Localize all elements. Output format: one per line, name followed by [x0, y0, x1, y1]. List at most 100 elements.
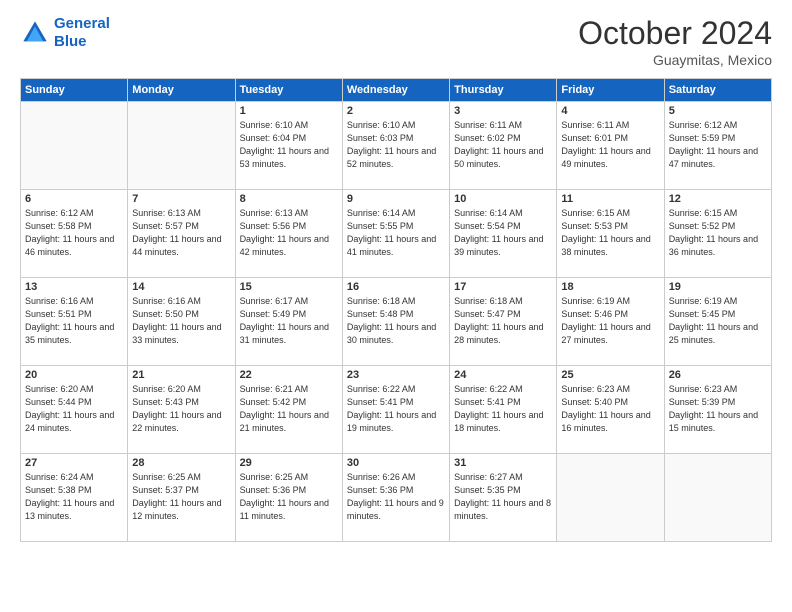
calendar: SundayMondayTuesdayWednesdayThursdayFrid… — [20, 78, 772, 542]
calendar-cell: 2Sunrise: 6:10 AMSunset: 6:03 PMDaylight… — [342, 102, 449, 190]
calendar-cell: 14Sunrise: 6:16 AMSunset: 5:50 PMDayligh… — [128, 278, 235, 366]
day-info: Sunrise: 6:15 AMSunset: 5:53 PMDaylight:… — [561, 207, 659, 259]
calendar-cell: 25 Sunrise: 6:23 AMSunset: 5:40 PMDayligh… — [557, 366, 664, 454]
calendar-week-row: 27Sunrise: 6:24 AMSunset: 5:38 PMDayligh… — [21, 454, 772, 542]
day-info-line: Sunrise: 6:22 AM — [347, 384, 416, 394]
day-info: Sunrise: 6:19 AMSunset: 5:46 PMDaylight:… — [561, 295, 659, 347]
day-number: 6 — [25, 193, 123, 205]
day-info-line: Sunset: 5:57 PM — [132, 221, 199, 231]
day-info-line: Sunset: 5:37 PM — [132, 485, 199, 495]
day-info-line: Sunrise: 6:23 AM — [669, 384, 738, 394]
day-number: 25 — [561, 369, 659, 381]
day-info-line: Daylight: 11 hours and 22 minutes. — [132, 410, 221, 433]
day-info-line: Sunrise: 6:14 AM — [454, 208, 523, 218]
day-info-line: Sunset: 5:48 PM — [347, 309, 414, 319]
day-number: 3 — [454, 105, 552, 117]
day-info: Sunrise: 6:19 AMSunset: 5:45 PMDaylight:… — [669, 295, 767, 347]
day-info-line: Sunrise: 6:25 AM — [132, 472, 201, 482]
day-info: Sunrise: 6:13 AM Sunset: 5:57 PM Daylight:… — [132, 207, 230, 259]
weekday-header: Friday — [557, 79, 664, 102]
calendar-cell: 28Sunrise: 6:25 AMSunset: 5:37 PMDayligh… — [128, 454, 235, 542]
calendar-cell: 4 Sunrise: 6:11 AMSunset: 6:01 PMDaylight… — [557, 102, 664, 190]
day-info: Sunrise: 6:25 AMSunset: 5:37 PMDaylight:… — [132, 471, 230, 523]
day-info-line: Daylight: 11 hours and 28 minutes. — [454, 322, 543, 345]
day-info: Sunrise: 6:20 AMSunset: 5:43 PMDaylight:… — [132, 383, 230, 435]
day-info-line: Sunrise: 6:12 AM — [669, 120, 738, 130]
day-info: Sunrise: 6:13 AMSunset: 5:56 PMDaylight:… — [240, 207, 338, 259]
calendar-cell: 31Sunrise: 6:27 AMSunset: 5:35 PMDayligh… — [450, 454, 557, 542]
day-info-line: Sunrise: 6:17 AM — [240, 296, 309, 306]
calendar-cell: 23Sunrise: 6:22 AMSunset: 5:41 PMDayligh… — [342, 366, 449, 454]
day-info-line: Daylight: 11 hours and 46 minutes. — [25, 234, 114, 257]
day-info: Sunrise: 6:21 AMSunset: 5:42 PMDaylight:… — [240, 383, 338, 435]
logo-text: General Blue — [54, 15, 110, 51]
day-info-line: Daylight: 11 hours and 30 minutes. — [347, 322, 436, 345]
day-number: 8 — [240, 193, 338, 205]
day-number: 7 — [132, 193, 230, 205]
day-info: Sunrise: 6:12 AMSunset: 5:59 PMDaylight:… — [669, 119, 767, 171]
day-info: Sunrise: 6:18 AM Sunset: 5:48 PM Daylight:… — [347, 295, 445, 347]
day-info-line: Daylight: 11 hours and 44 minutes. — [132, 234, 221, 257]
day-info-line: Sunset: 5:39 PM — [669, 397, 736, 407]
calendar-week-row: 20Sunrise: 6:20 AMSunset: 5:44 PMDayligh… — [21, 366, 772, 454]
day-info-line: Sunset: 5:36 PM — [240, 485, 307, 495]
weekday-header: Sunday — [21, 79, 128, 102]
day-info-line: Sunset: 5:58 PM — [25, 221, 92, 231]
day-info-line: Sunrise: 6:19 AM — [561, 296, 630, 306]
day-info-line: Daylight: 11 hours and 52 minutes. — [347, 146, 436, 169]
day-info: Sunrise: 6:23 AMSunset: 5:40 PMDaylight:… — [561, 383, 659, 435]
calendar-cell — [664, 454, 771, 542]
calendar-cell — [128, 102, 235, 190]
calendar-week-row: 13Sunrise: 6:16 AMSunset: 5:51 PMDayligh… — [21, 278, 772, 366]
day-info-line: Daylight: 11 hours and 53 minutes. — [240, 146, 329, 169]
day-number: 21 — [132, 369, 230, 381]
day-info-line: Sunrise: 6:13 AM — [132, 208, 201, 218]
day-number: 31 — [454, 457, 552, 469]
day-info-line: Daylight: 11 hours and 25 minutes. — [669, 322, 758, 345]
day-info: Sunrise: 6:11 AMSunset: 6:01 PMDaylight:… — [561, 119, 659, 171]
day-info-line: Daylight: 11 hours and 47 minutes. — [669, 146, 758, 169]
calendar-cell: 19Sunrise: 6:19 AMSunset: 5:45 PMDayligh… — [664, 278, 771, 366]
day-info: Sunrise: 6:14 AMSunset: 5:54 PMDaylight:… — [454, 207, 552, 259]
day-info-line: Sunset: 5:36 PM — [347, 485, 414, 495]
calendar-cell: 27Sunrise: 6:24 AMSunset: 5:38 PMDayligh… — [21, 454, 128, 542]
calendar-cell: 3Sunrise: 6:11 AMSunset: 6:02 PMDaylight… — [450, 102, 557, 190]
day-info-line: Sunrise: 6:11 AM — [561, 120, 629, 130]
day-info-line: Sunrise: 6:18 AM — [347, 296, 416, 306]
day-info-line: Sunset: 5:50 PM — [132, 309, 199, 319]
day-info-line: Daylight: 11 hours and 41 minutes. — [347, 234, 436, 257]
day-info-line: Sunset: 5:43 PM — [132, 397, 199, 407]
day-info: Sunrise: 6:24 AMSunset: 5:38 PMDaylight:… — [25, 471, 123, 523]
calendar-cell: 17Sunrise: 6:18 AMSunset: 5:47 PMDayligh… — [450, 278, 557, 366]
day-info-line: Sunset: 5:56 PM — [240, 221, 307, 231]
day-info: Sunrise: 6:22 AMSunset: 5:41 PMDaylight:… — [454, 383, 552, 435]
day-info-line: Daylight: 11 hours and 24 minutes. — [25, 410, 114, 433]
calendar-cell: 8 Sunrise: 6:13 AMSunset: 5:56 PMDaylight… — [235, 190, 342, 278]
weekday-header-row: SundayMondayTuesdayWednesdayThursdayFrid… — [21, 79, 772, 102]
day-info: Sunrise: 6:26 AMSunset: 5:36 PMDaylight:… — [347, 471, 445, 523]
day-info-line: Sunrise: 6:16 AM — [132, 296, 201, 306]
day-info-line: Sunrise: 6:18 AM — [454, 296, 523, 306]
day-info-line: Sunset: 5:42 PM — [240, 397, 307, 407]
day-info-line: Sunset: 6:04 PM — [240, 133, 307, 143]
day-info: Sunrise: 6:15 AMSunset: 5:52 PMDaylight:… — [669, 207, 767, 259]
day-info-line: Daylight: 11 hours and 19 minutes. — [347, 410, 436, 433]
day-info-line: Sunset: 5:54 PM — [454, 221, 521, 231]
day-info-line: Sunrise: 6:20 AM — [25, 384, 94, 394]
day-number: 28 — [132, 457, 230, 469]
day-number: 2 — [347, 105, 445, 117]
day-info-line: Daylight: 11 hours and 36 minutes. — [669, 234, 758, 257]
day-number: 4 — [561, 105, 659, 117]
calendar-cell: 24Sunrise: 6:22 AMSunset: 5:41 PMDayligh… — [450, 366, 557, 454]
day-info: Sunrise: 6:17 AMSunset: 5:49 PMDaylight:… — [240, 295, 338, 347]
day-info-line: Daylight: 11 hours and 8 minutes. — [454, 498, 551, 521]
day-info-line: Daylight: 11 hours and 33 minutes. — [132, 322, 221, 345]
weekday-header: Wednesday — [342, 79, 449, 102]
day-info-line: Sunset: 6:03 PM — [347, 133, 414, 143]
day-info-line: Sunrise: 6:23 AM — [561, 384, 630, 394]
day-info-line: Daylight: 11 hours and 15 minutes. — [669, 410, 758, 433]
day-info: Sunrise: 6:25 AMSunset: 5:36 PMDaylight:… — [240, 471, 338, 523]
calendar-cell: 16Sunrise: 6:18 AMSunset: 5:48 PMDayligh… — [342, 278, 449, 366]
day-info-line: Sunrise: 6:26 AM — [347, 472, 416, 482]
day-info-line: Daylight: 11 hours and 27 minutes. — [561, 322, 650, 345]
